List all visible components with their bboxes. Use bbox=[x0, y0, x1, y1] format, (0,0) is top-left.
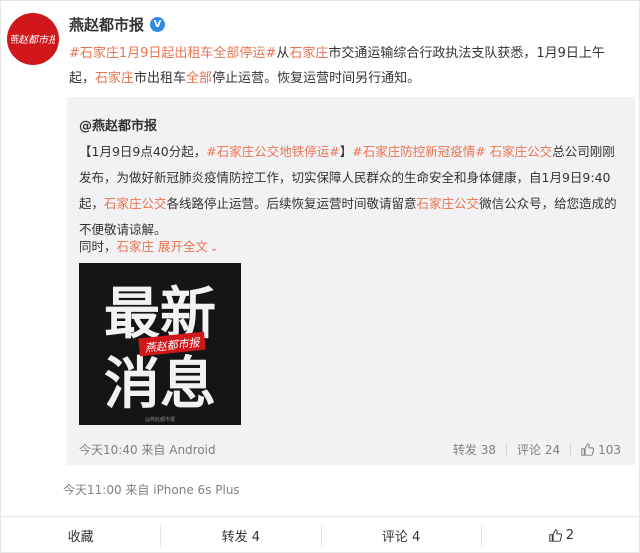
post-source: 来自 iPhone 6s Plus bbox=[125, 483, 240, 497]
expand-full-text-link[interactable]: 展开全文 ⌄ bbox=[158, 239, 218, 254]
avatar-logo: 燕赵都市报 bbox=[11, 34, 55, 46]
keyword-link[interactable]: 石家庄 bbox=[95, 71, 134, 86]
keyword-link[interactable]: 石家庄公交 bbox=[417, 196, 480, 211]
topic-link[interactable]: #石家庄1月9日起出租车全部停运# bbox=[69, 46, 276, 61]
post-author: 燕赵都市报 V bbox=[69, 14, 166, 35]
quoted-comment-link[interactable]: 评论 24 bbox=[517, 441, 560, 458]
quoted-extra: 同时，石家庄 展开全文 ⌄ bbox=[79, 239, 219, 254]
action-bar: 收藏 转发 4 评论 4 2 bbox=[1, 516, 640, 553]
post-meta: 今天11:00 来自 iPhone 6s Plus bbox=[63, 481, 240, 498]
chevron-down-icon: ⌄ bbox=[210, 243, 219, 254]
svg-text:燕赵都市报: 燕赵都市报 bbox=[11, 34, 55, 46]
quoted-text: 【1月9日9点40分起，#石家庄公交地铁停运#】#石家庄防控新冠疫情# 石家庄公… bbox=[79, 144, 617, 237]
quoted-actions: 转发 38 评论 24 103 bbox=[453, 441, 621, 458]
divider bbox=[570, 442, 572, 457]
quoted-time[interactable]: 今天10:40 bbox=[79, 443, 138, 457]
news-image[interactable]: 最新 消息 燕赵都市报 @燕赵都市报 bbox=[79, 263, 241, 425]
quoted-repost-link[interactable]: 转发 38 bbox=[453, 441, 496, 458]
keyword-link[interactable]: 全部 bbox=[186, 71, 212, 86]
topic-link[interactable]: #石家庄公交地铁停运# bbox=[206, 144, 339, 159]
post-text: #石家庄1月9日起出租车全部停运#从石家庄市交通运输综合行政执法支队获悉，1月9… bbox=[69, 46, 605, 86]
favorite-button[interactable]: 收藏 bbox=[1, 525, 160, 547]
verified-icon: V bbox=[150, 17, 166, 32]
post-time[interactable]: 今天11:00 bbox=[63, 483, 122, 497]
keyword-link[interactable]: 石家庄公交 bbox=[490, 144, 553, 159]
quoted-meta: 今天10:40 来自 Android bbox=[79, 441, 216, 458]
quoted-like-button[interactable]: 103 bbox=[581, 443, 621, 457]
image-headline-bottom: 消息 bbox=[104, 352, 216, 417]
image-watermark: @燕赵都市报 bbox=[145, 416, 175, 423]
thumbs-up-icon bbox=[549, 529, 562, 542]
thumbs-up-icon bbox=[581, 442, 595, 456]
divider bbox=[506, 442, 507, 457]
quoted-post: @燕赵都市报 【1月9日9点40分起，#石家庄公交地铁停运#】#石家庄防控新冠疫… bbox=[67, 97, 635, 465]
quoted-author[interactable]: @燕赵都市报 bbox=[79, 115, 157, 134]
keyword-link[interactable]: 石家庄公交 bbox=[104, 196, 167, 211]
quoted-source: 来自 Android bbox=[141, 443, 216, 457]
like-button[interactable]: 2 bbox=[480, 524, 640, 547]
repost-button[interactable]: 转发 4 bbox=[160, 524, 320, 547]
weibo-post-card: 燕赵都市报 燕赵都市报 V #石家庄1月9日起出租车全部停运#从石家庄市交通运输… bbox=[0, 0, 640, 553]
keyword-link[interactable]: 石家庄 bbox=[289, 46, 328, 61]
comment-button[interactable]: 评论 4 bbox=[320, 524, 481, 547]
location-link[interactable]: 石家庄 bbox=[117, 239, 155, 254]
author-name[interactable]: 燕赵都市报 bbox=[69, 14, 144, 35]
avatar[interactable]: 燕赵都市报 bbox=[7, 13, 59, 65]
topic-link[interactable]: #石家庄防控新冠疫情# bbox=[352, 144, 485, 159]
